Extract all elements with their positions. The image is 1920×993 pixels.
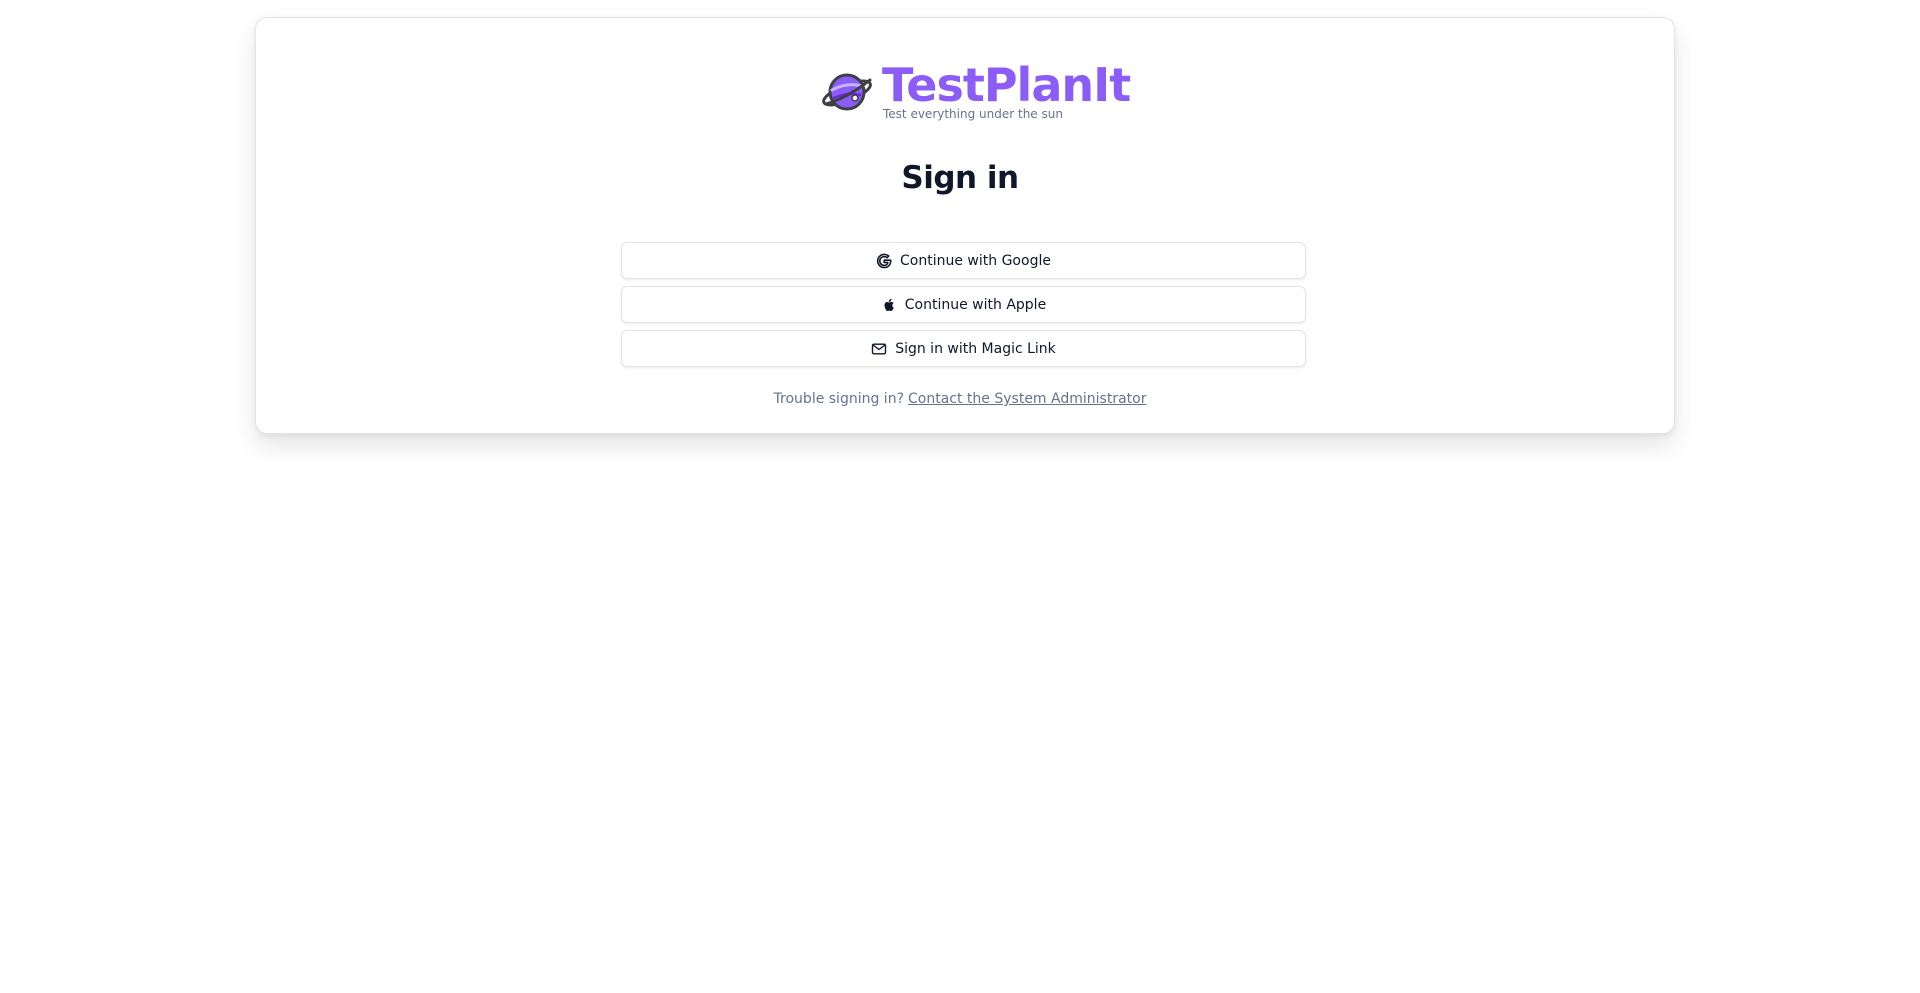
brand-name: TestPlanIt [882, 58, 1131, 112]
continue-with-google-button[interactable]: Continue with Google [621, 242, 1306, 279]
google-button-label: Continue with Google [900, 252, 1051, 269]
magic-link-button-label: Sign in with Magic Link [895, 340, 1056, 357]
magic-link-button[interactable]: Sign in with Magic Link [621, 330, 1306, 367]
continue-with-apple-button[interactable]: Continue with Apple [621, 286, 1306, 323]
help-prompt: Trouble signing in? [773, 391, 905, 407]
brand-header: TestPlanIt Test everything under the sun [820, 58, 1131, 124]
planet-icon [822, 73, 872, 111]
google-icon [876, 253, 892, 269]
apple-icon [881, 297, 897, 313]
apple-button-label: Continue with Apple [904, 296, 1047, 313]
contact-admin-link[interactable]: Contact the System Administrator [908, 391, 1146, 407]
signin-page: TestPlanIt Test everything under the sun… [0, 0, 1920, 993]
help-text: Trouble signing in? Contact the System Ad… [0, 391, 1920, 407]
page-title: Sign in [901, 160, 1019, 196]
brand-tagline: Test everything under the sun [883, 107, 1063, 121]
mail-icon [871, 341, 887, 357]
